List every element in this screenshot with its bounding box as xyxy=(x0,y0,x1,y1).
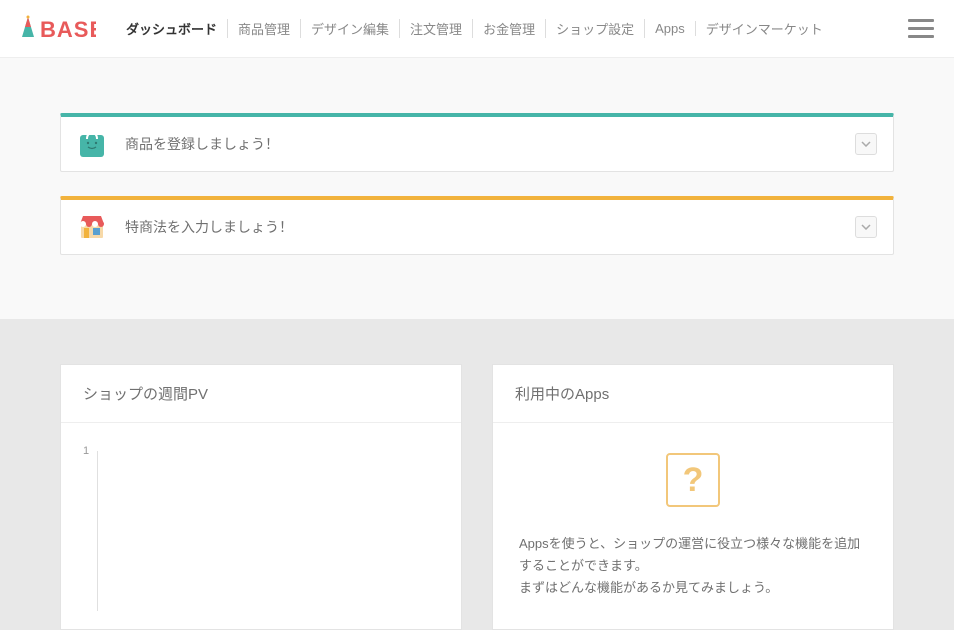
apps-description: Appsを使うと、ショップの運営に役立つ様々な機能を追加することができます。 ま… xyxy=(519,533,867,599)
y-axis-line xyxy=(97,451,98,611)
panel-body: 1 xyxy=(61,423,461,629)
question-icon: ? xyxy=(666,453,720,507)
expand-button[interactable] xyxy=(855,133,877,155)
nav-design-edit[interactable]: デザイン編集 xyxy=(301,19,400,38)
expand-button[interactable] xyxy=(855,216,877,238)
nav-shop-settings[interactable]: ショップ設定 xyxy=(546,19,645,38)
panel-body: ? Appsを使うと、ショップの運営に役立つ様々な機能を追加することができます。… xyxy=(493,423,893,619)
pv-chart: 1 xyxy=(83,451,439,611)
nav-dashboard[interactable]: ダッシュボード xyxy=(116,19,228,38)
nav-orders[interactable]: 注文管理 xyxy=(400,19,473,38)
app-header: BASE ダッシュボード 商品管理 デザイン編集 注文管理 お金管理 ショップ設… xyxy=(0,0,954,58)
nav-apps[interactable]: Apps xyxy=(645,21,696,36)
notice-register-product[interactable]: 商品を登録しましょう！ xyxy=(60,113,894,172)
nav-design-market[interactable]: デザインマーケット xyxy=(696,19,833,38)
panel-weekly-pv: ショップの週間PV 1 xyxy=(60,364,462,630)
notice-text: 特商法を入力しましょう！ xyxy=(125,217,293,237)
hamburger-menu-icon[interactable] xyxy=(908,14,934,43)
shop-icon xyxy=(77,212,107,242)
main-nav: ダッシュボード 商品管理 デザイン編集 注文管理 お金管理 ショップ設定 App… xyxy=(116,19,833,38)
panel-title: ショップの週間PV xyxy=(61,365,461,423)
apps-desc-line: Appsを使うと、ショップの運営に役立つ様々な機能を追加することができます。 xyxy=(519,536,860,573)
y-axis-tick: 1 xyxy=(83,445,89,457)
content-area: ショップの週間PV 1 利用中のApps ? Appsを使うと、ショップの運営に… xyxy=(0,319,954,630)
notice-area: 商品を登録しましょう！ 特商法を入力しましょう！ xyxy=(0,58,954,319)
notice-tokusho[interactable]: 特商法を入力しましょう！ xyxy=(60,196,894,255)
nav-products[interactable]: 商品管理 xyxy=(228,19,301,38)
nav-money[interactable]: お金管理 xyxy=(473,19,546,38)
svg-text:BASE: BASE xyxy=(40,17,96,42)
notice-text: 商品を登録しましょう！ xyxy=(125,134,279,154)
panel-active-apps: 利用中のApps ? Appsを使うと、ショップの運営に役立つ様々な機能を追加す… xyxy=(492,364,894,630)
panel-title: 利用中のApps xyxy=(493,365,893,423)
logo[interactable]: BASE xyxy=(20,15,96,43)
apps-desc-line: まずはどんな機能があるか見てみましょう。 xyxy=(519,580,778,595)
chevron-down-icon xyxy=(861,141,871,147)
chevron-down-icon xyxy=(861,224,871,230)
shopping-bag-icon xyxy=(77,129,107,159)
